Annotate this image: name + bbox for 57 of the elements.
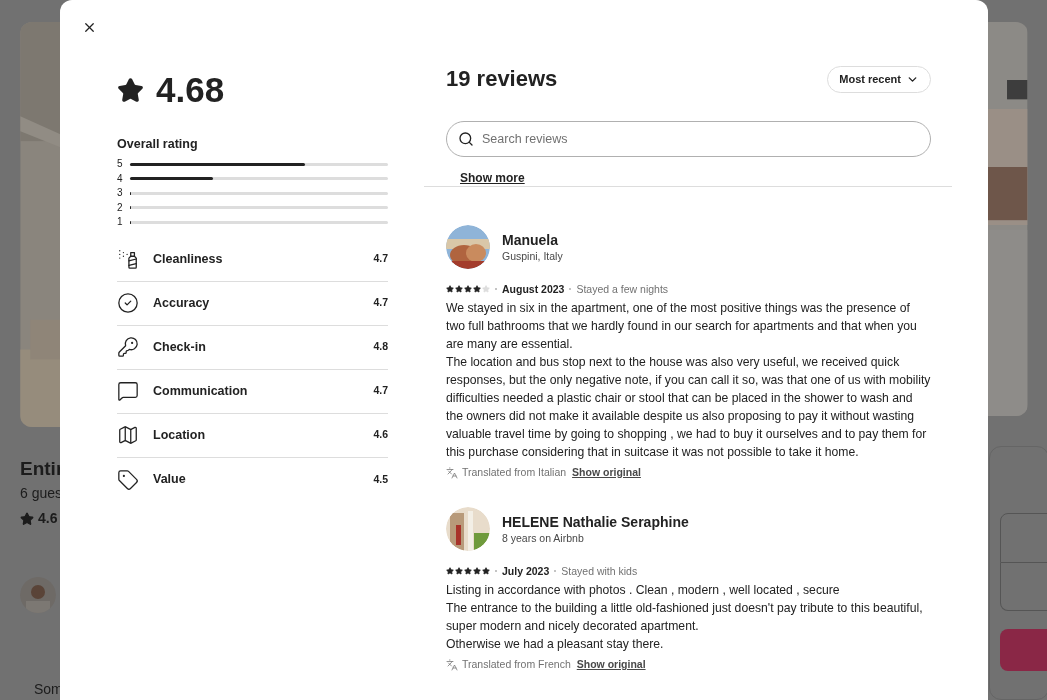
tag-icon [117, 468, 139, 491]
category-label: Check-in [153, 338, 207, 356]
guests-field[interactable] [1000, 563, 1047, 612]
category-score: 4.8 [373, 339, 388, 355]
reviews-title: 19 reviews [446, 65, 558, 93]
review-text: The entrance to the building a little old-fashioned just doesn't pay tribute to this beautiful, super modern and nicely decorated apartment. [446, 599, 924, 635]
translation-note: Translated from Italian [462, 465, 567, 480]
reviewer-meta: Guspini, Italy [502, 249, 563, 263]
date-field[interactable] [1000, 513, 1047, 564]
search-icon [458, 131, 474, 147]
show-original-link[interactable]: Show original [572, 465, 641, 481]
star-icon [117, 76, 144, 104]
key-icon [117, 336, 139, 358]
listing-rating: 4.6 [38, 509, 58, 528]
check-circle-icon [117, 292, 139, 314]
review-date: August 2023 [502, 282, 565, 296]
category-score: 4.5 [373, 471, 388, 487]
reviewer-name: Manuela [502, 231, 559, 249]
rating-label: 5 [117, 158, 124, 171]
rating-label: 3 [117, 187, 124, 200]
category-score: 4.7 [373, 383, 388, 399]
spray-bottle-icon [117, 248, 139, 270]
search-field[interactable]: Search reviews [446, 121, 931, 157]
section-title: Overall rating [117, 136, 199, 152]
category-label: Cleanliness [153, 250, 224, 268]
stay-type: Stayed with kids [561, 563, 638, 578]
show-more-link[interactable]: Show more [460, 171, 525, 185]
show-original-link[interactable]: Show original [576, 656, 646, 673]
sort-dropdown[interactable]: Most recent [827, 65, 931, 93]
translate-icon [446, 658, 458, 671]
review-text: The location and bus stop next to the house was also very useful, we received quick responses, but the only negative note, if you can call it so, was that one of us with mobility difficulties needed a plastic chair or stool that can be placed in the shower to wash and the owners did not make it available despite us also proposing to pay it without wasting valuable travel time by going to shopping , we had to buy it ourselves and to pay them for this purchase considering that in suitcase it was not possible to take it home. [446, 354, 931, 461]
review-text: We stayed in six in the apartment, one of the most positive things was the presence of two full bathrooms that we hardly found in our search for apartments and that when you are many are essential. [446, 300, 918, 353]
reviewer-meta: 8 years on Airbnb [502, 530, 585, 545]
reserve-button[interactable] [1000, 629, 1047, 672]
category-score: 4.7 [373, 251, 388, 267]
category-label: Communication [153, 382, 249, 400]
reviewer-name: HELENE Nathalie Seraphine [502, 512, 689, 531]
review-text: Otherwise we had a pleasant stay there. [446, 635, 665, 653]
stay-type: Stayed a few nights [576, 282, 669, 296]
review-text: Listing in accordance with photos . Clean , modern , well located , secure [446, 581, 841, 599]
speech-bubble-icon [117, 380, 139, 402]
listing-title: Entir [20, 457, 65, 481]
translate-icon [446, 466, 458, 479]
category-score: 4.6 [373, 427, 388, 443]
star-icon [20, 511, 34, 526]
category-label: Location [153, 426, 207, 444]
category-score: 4.7 [373, 295, 388, 311]
category-label: Value [153, 471, 187, 489]
rating-label: 4 [117, 172, 124, 185]
category-label: Accuracy [153, 294, 211, 312]
listing-subtitle: 6 gues [20, 484, 64, 503]
review-date: July 2023 [502, 563, 550, 578]
rating-score: 4.68 [156, 70, 225, 110]
rating-label: 1 [117, 216, 124, 229]
map-icon [117, 424, 139, 446]
translation-note: Translated from French [462, 656, 571, 672]
rating-label: 2 [117, 201, 124, 214]
